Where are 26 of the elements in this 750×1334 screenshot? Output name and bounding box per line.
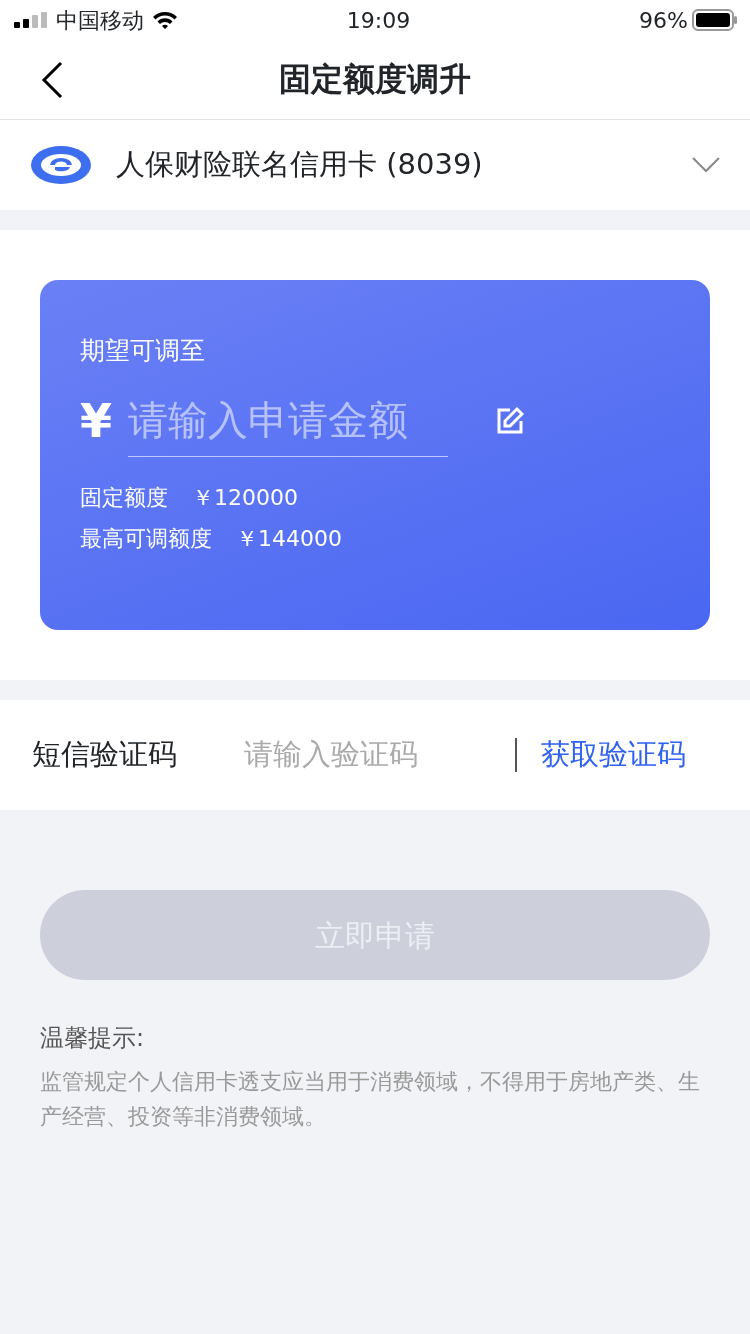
get-code-button[interactable]: 获取验证码 bbox=[541, 733, 686, 777]
page-title: 固定额度调升 bbox=[279, 60, 471, 99]
wifi-icon bbox=[152, 10, 178, 30]
sms-label: 短信验证码 bbox=[32, 736, 178, 774]
amount-input[interactable]: 请输入申请金额 bbox=[128, 385, 448, 457]
tips-title: 温馨提示: bbox=[40, 1023, 146, 1054]
back-button[interactable] bbox=[40, 60, 64, 100]
quota-label: 固定额度 bbox=[80, 483, 168, 512]
quota-label: 最高可调额度 bbox=[80, 524, 212, 553]
chevron-down-icon bbox=[692, 157, 720, 173]
currency-symbol: ¥ bbox=[80, 392, 112, 450]
back-icon bbox=[40, 60, 64, 100]
tips-text: 监管规定个人信用卡透支应当用于消费领域，不得用于房地产类、生产经营、投资等非消费领域。 bbox=[40, 1068, 701, 1131]
card-selector[interactable]: 人保财险联名信用卡 (8039) bbox=[0, 120, 750, 210]
quota-value: ￥120000 bbox=[192, 483, 298, 512]
card-heading: 期望可调至 bbox=[80, 335, 206, 367]
battery-icon bbox=[692, 9, 738, 31]
carrier-name: 中国移动 bbox=[56, 6, 144, 35]
bank-logo-icon bbox=[30, 145, 92, 185]
sms-code-input[interactable]: 请输入验证码 bbox=[242, 732, 482, 778]
battery-percentage: 96% bbox=[639, 6, 688, 35]
quota-value: ￥144000 bbox=[236, 524, 342, 553]
clock-time: 19:09 bbox=[346, 6, 411, 35]
card-name: 人保财险联名信用卡 (8039) bbox=[116, 146, 483, 184]
signal-icon bbox=[14, 12, 48, 28]
edit-icon bbox=[496, 407, 524, 435]
